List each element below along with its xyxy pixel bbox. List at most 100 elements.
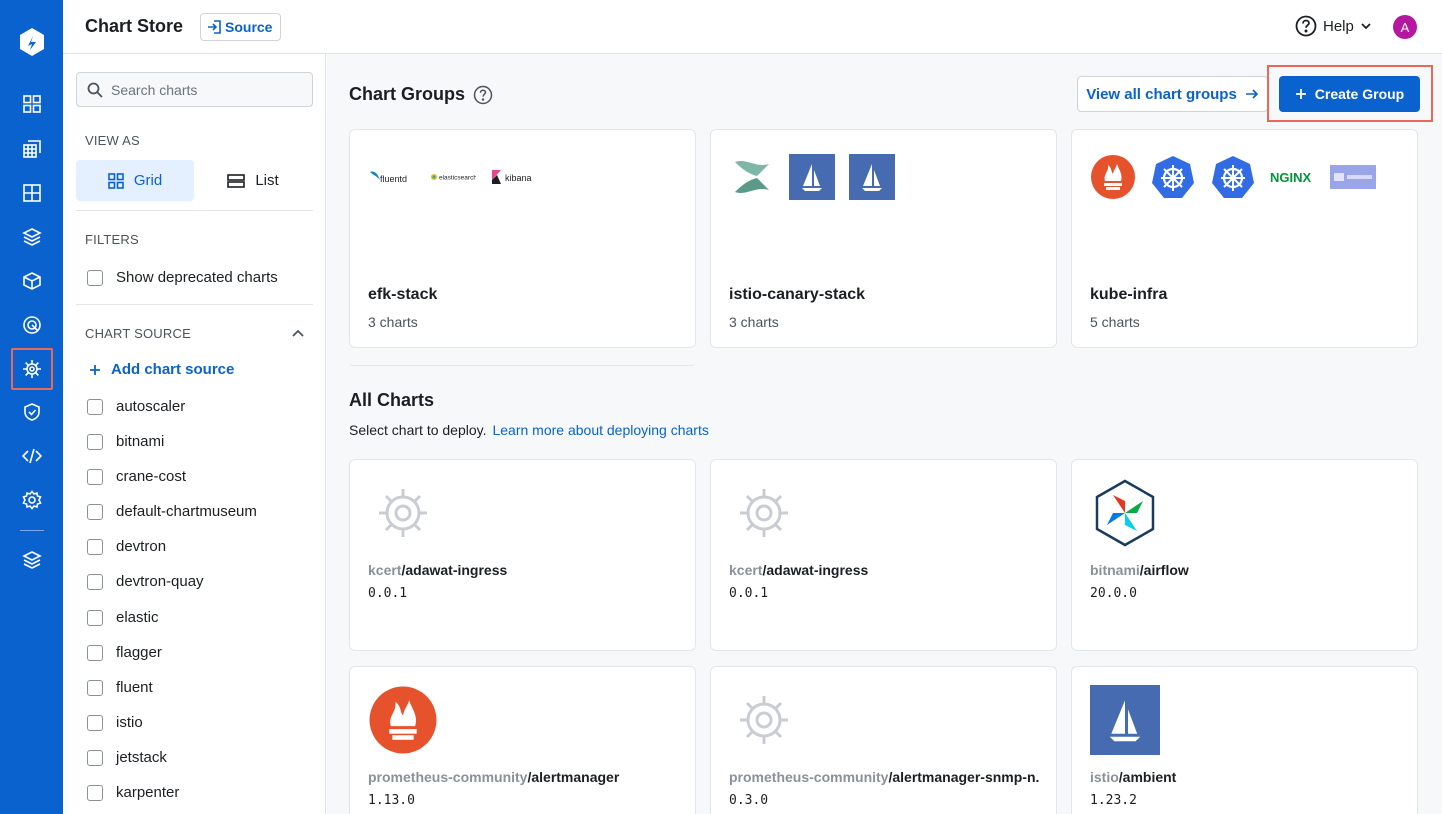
search-input[interactable] (111, 81, 301, 98)
kubernetes-logo-icon (1152, 156, 1194, 198)
source-item[interactable]: default-chartmuseum (87, 503, 257, 520)
group-logos: NGINX (1090, 154, 1376, 200)
help-menu[interactable]: Help (1295, 15, 1372, 37)
help-icon (1295, 15, 1317, 37)
grid-view-label: Grid (133, 172, 163, 189)
source-item[interactable]: crane-cost (87, 468, 186, 485)
source-item[interactable]: devtron (87, 538, 166, 555)
applications-icon[interactable] (14, 131, 50, 167)
chart-card[interactable]: istio/ambient 1.23.2 (1071, 666, 1418, 814)
deprecated-filter[interactable]: Show deprecated charts (87, 269, 278, 286)
help-icon[interactable] (473, 85, 493, 105)
nav-rail (0, 0, 63, 814)
search-box[interactable] (76, 72, 313, 107)
box-icon[interactable] (14, 263, 50, 299)
chart-card[interactable]: prometheus-community/alertmanager-snmp-n… (710, 666, 1057, 814)
view-all-chart-groups-button[interactable]: View all chart groups (1077, 76, 1268, 112)
source-checkbox[interactable] (87, 749, 103, 766)
chart-name: bitnami/airflow (1090, 562, 1400, 578)
source-label: crane-cost (116, 468, 187, 485)
settings-icon[interactable] (14, 482, 50, 518)
filters-label: FILTERS (85, 232, 139, 247)
source-checkbox[interactable] (87, 398, 103, 415)
prometheus-icon (368, 685, 438, 755)
divider (76, 304, 313, 305)
grid-icon[interactable] (14, 175, 50, 211)
add-chart-source-button[interactable]: Add chart source (89, 361, 234, 378)
svg-text:fluentd: fluentd (380, 174, 407, 184)
chart-card[interactable]: prometheus-community/alertmanager 1.13.0 (349, 666, 696, 814)
main-content: Chart Groups View all chart groups Creat… (327, 54, 1442, 814)
source-checkbox[interactable] (87, 433, 103, 450)
list-view-label: List (255, 172, 279, 189)
learn-more-link[interactable]: Learn more about deploying charts (492, 422, 708, 438)
chart-name: istio/ambient (1090, 769, 1400, 785)
nginx-logo-text: NGINX (1270, 170, 1312, 185)
group-count: 3 charts (368, 314, 418, 330)
create-group-label: Create Group (1314, 86, 1405, 102)
target-icon[interactable] (14, 307, 50, 343)
avatar[interactable]: A (1393, 15, 1417, 39)
view-as-label: VIEW AS (85, 133, 140, 148)
chart-group-card[interactable]: fluentd elasticsearch kibana efk-stack 3… (349, 129, 696, 348)
shield-icon[interactable] (14, 394, 50, 430)
group-count: 5 charts (1090, 314, 1140, 330)
helm-wheel-icon (368, 478, 438, 548)
source-checkbox[interactable] (87, 538, 103, 555)
nginx-logo-icon: NGINX (1270, 170, 1312, 185)
overview-icon[interactable] (14, 86, 50, 122)
source-item[interactable]: jetstack (87, 749, 167, 766)
source-item[interactable]: devtron-quay (87, 573, 204, 590)
source-checkbox[interactable] (87, 784, 103, 801)
devtron-logo-icon[interactable] (16, 26, 48, 58)
group-logos (729, 154, 895, 200)
chart-version: 0.0.1 (729, 586, 769, 601)
code-icon[interactable] (14, 438, 50, 474)
layers-icon[interactable] (14, 542, 50, 578)
chart-version: 0.3.0 (729, 793, 769, 808)
stack-icon[interactable] (14, 219, 50, 255)
source-item[interactable]: flagger (87, 644, 162, 661)
source-checkbox[interactable] (87, 714, 103, 731)
source-item[interactable]: elastic (87, 609, 159, 626)
grid-view-button[interactable]: Grid (76, 160, 194, 201)
create-group-highlight: Create Group (1267, 65, 1433, 122)
chart-card[interactable]: bitnami/airflow 20.0.0 (1071, 459, 1418, 651)
source-label: devtron (116, 538, 167, 555)
all-charts-title: All Charts (349, 390, 435, 410)
flagger-logo-icon (735, 161, 769, 193)
chart-card[interactable]: kcert/adawat-ingress 0.0.1 (710, 459, 1057, 651)
source-checkbox[interactable] (87, 644, 103, 661)
source-item[interactable]: fluent (87, 679, 153, 696)
source-checkbox[interactable] (87, 468, 103, 485)
grid-icon (108, 172, 124, 189)
source-item[interactable]: karpenter (87, 784, 179, 801)
elasticsearch-logo-icon: elasticsearch (431, 174, 476, 182)
list-icon (227, 173, 246, 188)
create-group-button[interactable]: Create Group (1279, 76, 1420, 112)
source-item[interactable]: istio (87, 714, 143, 731)
view-toggle: Grid List (76, 160, 313, 201)
source-checkbox[interactable] (87, 573, 103, 590)
source-item[interactable]: bitnami (87, 433, 164, 450)
list-view-button[interactable]: List (194, 160, 312, 201)
source-item[interactable]: autoscaler (87, 398, 185, 415)
chart-card[interactable]: kcert/adawat-ingress 0.0.1 (349, 459, 696, 651)
chart-name: prometheus-community/alertmanager-snmp-n… (729, 769, 1039, 785)
chevron-up-icon[interactable] (291, 326, 305, 340)
deprecated-checkbox[interactable] (87, 269, 103, 286)
chart-title: /alertmanager-snmp-n... (888, 769, 1039, 785)
source-checkbox[interactable] (87, 609, 103, 626)
istio-icon (1090, 685, 1160, 755)
helm-icon[interactable] (11, 348, 53, 390)
chart-group-card[interactable]: istio-canary-stack 3 charts (710, 129, 1057, 348)
source-checkbox[interactable] (87, 679, 103, 696)
chart-groups-title: Chart Groups (349, 84, 466, 104)
chart-groups-heading: Chart Groups (349, 84, 493, 105)
plus-icon (1295, 89, 1306, 99)
source-checkbox[interactable] (87, 503, 103, 520)
chart-group-card[interactable]: NGINX kube-infra 5 charts (1071, 129, 1418, 348)
source-button[interactable]: Source (200, 13, 282, 41)
search-icon (87, 82, 103, 98)
kibana-logo-icon: kibana (492, 170, 532, 184)
